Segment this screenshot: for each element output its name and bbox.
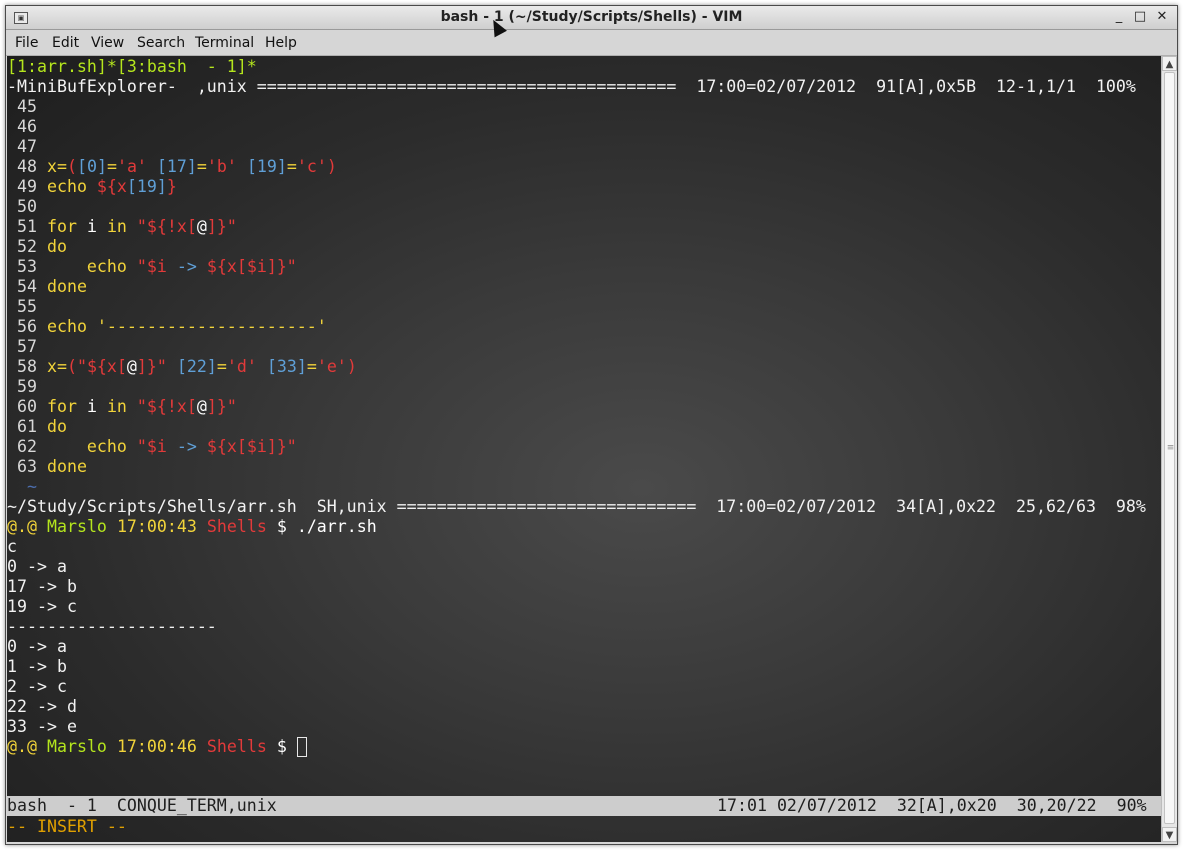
vim-window: ▣ bash - 1 (~/Study/Scripts/Shells) - VI…	[5, 5, 1178, 845]
code-line-46: 46	[7, 117, 37, 136]
scroll-down-arrow-icon[interactable]: ▼	[1162, 827, 1177, 842]
output-line: 22 -> d	[7, 697, 77, 716]
menu-search[interactable]: Search	[137, 35, 185, 51]
empty-line-tilde: ~	[7, 477, 37, 496]
code-line-55: 55	[7, 297, 37, 316]
terminal-status-right: 17:01 02/07/2012 32[A],0x20 30,20/22 90%	[717, 796, 1147, 815]
menu-bar: File Edit View Search Terminal Help	[6, 30, 1177, 56]
output-line: 0 -> a	[7, 557, 67, 576]
code-line-49: 49 echo ${x[19]}	[7, 177, 177, 196]
shell-prompt-1: @.@ Marslo 17:00:43 Shells $ ./arr.sh	[7, 517, 377, 536]
code-line-63: 63 done	[7, 457, 87, 476]
code-line-59: 59	[7, 377, 37, 396]
output-line: c	[7, 537, 17, 556]
output-line: 17 -> b	[7, 577, 77, 596]
code-line-60: 60 for i in "${!x[@]}"	[7, 397, 237, 416]
scroll-up-arrow-icon[interactable]: ▲	[1162, 56, 1177, 71]
title-bar[interactable]: ▣ bash - 1 (~/Study/Scripts/Shells) - VI…	[6, 6, 1177, 30]
vertical-scrollbar[interactable]: ▲ ≡ ▼	[1161, 56, 1177, 842]
menu-terminal[interactable]: Terminal	[195, 35, 254, 51]
vim-tabline[interactable]: [1:arr.sh]*[3:bash - 1]*	[7, 57, 257, 77]
output-line: 0 -> a	[7, 637, 67, 656]
vim-mode-indicator: -- INSERT --	[7, 817, 127, 836]
code-line-57: 57	[7, 337, 37, 356]
code-line-54: 54 done	[7, 277, 87, 296]
minibufexplorer-status: -MiniBufExplorer- ,unix ================…	[7, 77, 1136, 96]
code-line-50: 50	[7, 197, 37, 216]
code-line-47: 47	[7, 137, 37, 156]
scrollbar-thumb[interactable]: ≡	[1164, 72, 1175, 824]
minimize-button[interactable]: _	[1109, 8, 1129, 26]
close-button[interactable]: ✕	[1152, 8, 1172, 26]
scrollbar-grip-icon: ≡	[1166, 443, 1175, 453]
code-line-52: 52 do	[7, 237, 67, 256]
menu-help[interactable]: Help	[265, 35, 297, 51]
output-line: 1 -> b	[7, 657, 67, 676]
output-line: 2 -> c	[7, 677, 67, 696]
output-line: ---------------------	[7, 617, 217, 636]
shell-prompt-2[interactable]: @.@ Marslo 17:00:46 Shells $	[7, 737, 307, 757]
code-line-48: 48 x=([0]='a' [17]='b' [19]='c')	[7, 157, 337, 176]
code-line-53: 53 echo "$i -> ${x[$i]}"	[7, 257, 297, 276]
code-line-61: 61 do	[7, 417, 67, 436]
menu-edit[interactable]: Edit	[52, 35, 79, 51]
menu-view[interactable]: View	[91, 35, 124, 51]
code-line-58: 58 x=("${x[@]}" [22]='d' [33]='e')	[7, 357, 357, 376]
maximize-button[interactable]: □	[1130, 8, 1150, 26]
code-line-51: 51 for i in "${!x[@]}"	[7, 217, 237, 236]
terminal-area[interactable]: [1:arr.sh]*[3:bash - 1]* -MiniBufExplore…	[7, 56, 1161, 842]
window-title: bash - 1 (~/Study/Scripts/Shells) - VIM	[440, 9, 743, 25]
terminal-status-bar: bash - 1 CONQUE_TERM,unix 17:01 02/07/20…	[7, 796, 1161, 816]
menu-file[interactable]: File	[15, 35, 38, 51]
code-line-45: 45	[7, 97, 37, 116]
terminal-status-left: bash - 1 CONQUE_TERM,unix	[7, 796, 277, 815]
output-line: 33 -> e	[7, 717, 77, 736]
output-line: 19 -> c	[7, 597, 77, 616]
text-cursor	[296, 737, 307, 757]
code-line-62: 62 echo "$i -> ${x[$i]}"	[7, 437, 297, 456]
code-line-56: 56 echo '---------------------'	[7, 317, 327, 336]
file-status-line: ~/Study/Scripts/Shells/arr.sh SH,unix ==…	[7, 497, 1146, 516]
